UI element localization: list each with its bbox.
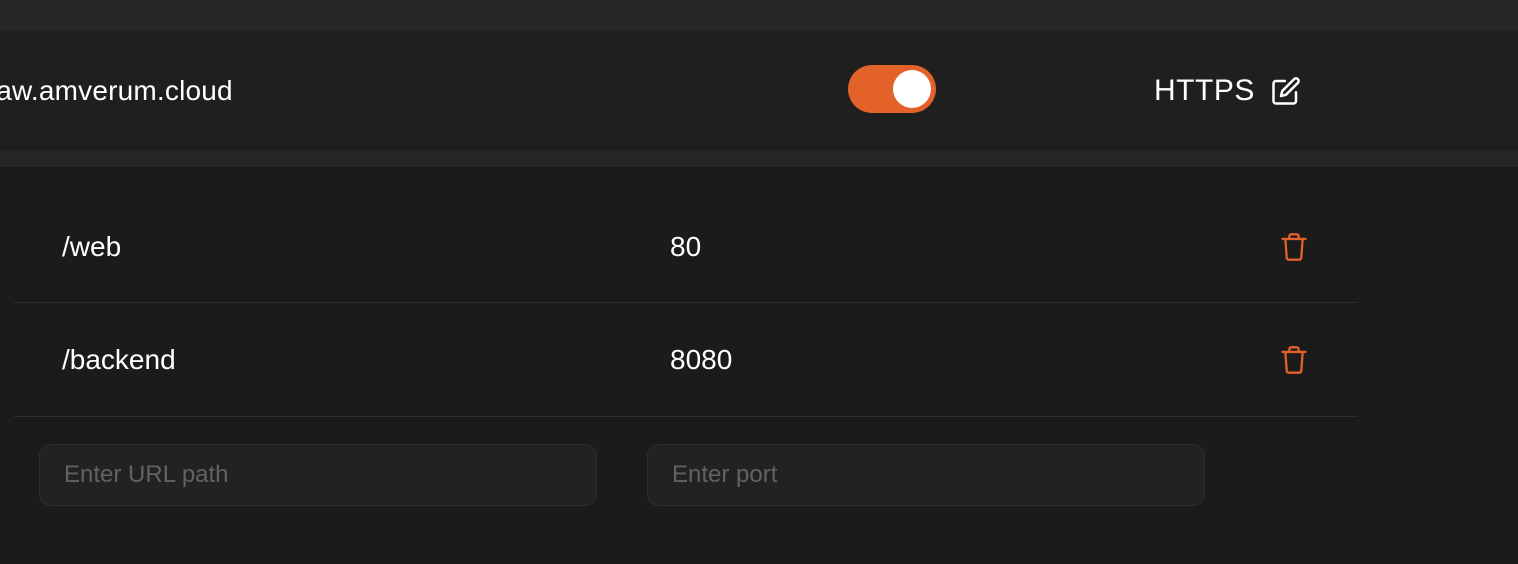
toggle-knob xyxy=(893,70,931,108)
route-port: 80 xyxy=(670,230,702,262)
protocol-label: HTTPS xyxy=(1154,74,1255,107)
top-strip xyxy=(0,0,1518,31)
edit-icon[interactable] xyxy=(1271,75,1303,107)
route-path: /backend xyxy=(62,343,176,375)
url-path-input[interactable] xyxy=(39,444,597,506)
section-divider xyxy=(0,151,1518,167)
domain-enabled-toggle[interactable] xyxy=(848,65,936,113)
protocol-group: HTTPS xyxy=(1154,31,1303,151)
domain-host: vaw.amverum.cloud xyxy=(0,75,233,106)
route-row: /web 80 xyxy=(14,190,1358,303)
route-path: /web xyxy=(62,230,122,262)
route-row: /backend 8080 xyxy=(14,303,1358,417)
routes-list: /web 80 /backend 8080 xyxy=(14,190,1358,417)
trash-icon[interactable] xyxy=(1280,190,1308,303)
route-port: 8080 xyxy=(670,343,733,375)
port-input[interactable] xyxy=(647,444,1205,506)
trash-icon[interactable] xyxy=(1280,303,1308,416)
domain-row: vaw.amverum.cloud HTTPS xyxy=(0,31,1518,151)
